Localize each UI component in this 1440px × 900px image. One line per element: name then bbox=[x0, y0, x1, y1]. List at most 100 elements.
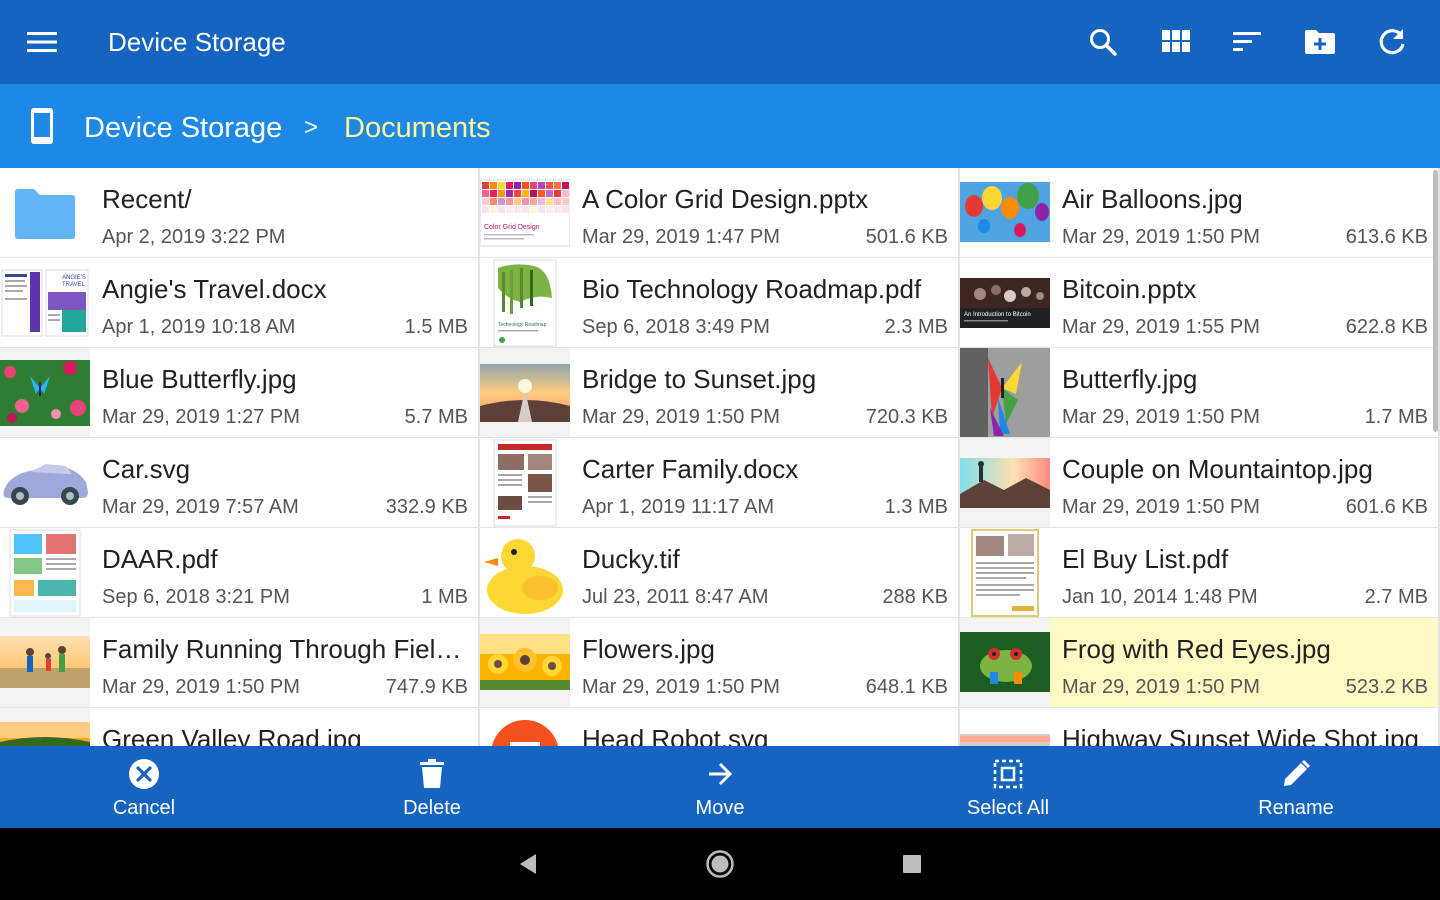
document-thumbnail: ANGIE'S TRAVEL bbox=[0, 258, 90, 347]
image-thumbnail bbox=[480, 708, 570, 746]
image-thumbnail bbox=[960, 708, 1050, 746]
file-date: Mar 29, 2019 1:50 PM bbox=[1062, 226, 1260, 248]
action-label: Delete bbox=[403, 797, 461, 819]
document-thumbnail: Technology Roadmap bbox=[480, 258, 570, 347]
image-thumbnail bbox=[960, 618, 1050, 707]
file-date: Mar 29, 2019 7:57 AM bbox=[102, 496, 299, 518]
file-date: Mar 29, 2019 1:50 PM bbox=[582, 676, 780, 698]
file-item[interactable]: Recent/ Apr 2, 2019 3:22 PM bbox=[0, 168, 478, 257]
file-size: 5.7 MB bbox=[404, 406, 468, 428]
action-label: Select All bbox=[966, 797, 1050, 819]
file-date: Mar 29, 2019 1:50 PM bbox=[1062, 676, 1260, 698]
file-date: Mar 29, 2019 1:50 PM bbox=[1062, 406, 1260, 428]
delete-button[interactable]: Delete bbox=[332, 746, 532, 828]
file-date: Sep 6, 2018 3:49 PM bbox=[582, 316, 770, 338]
cancel-icon bbox=[129, 759, 159, 789]
sort-button[interactable] bbox=[1227, 22, 1267, 62]
file-item[interactable]: DAAR.pdf Sep 6, 2018 3:21 PM 1 MB bbox=[0, 528, 478, 617]
new-folder-button[interactable] bbox=[1300, 22, 1340, 62]
menu-button[interactable] bbox=[20, 22, 64, 62]
svg-text:Technology Roadmap: Technology Roadmap bbox=[498, 322, 547, 328]
breadcrumb-root[interactable]: Device Storage bbox=[84, 110, 282, 146]
file-item[interactable]: Family Running Through Fiel… Mar 29, 201… bbox=[0, 618, 478, 707]
image-thumbnail bbox=[0, 708, 90, 746]
file-item[interactable]: An Introduction to Bitcoin Bitcoin.pptx … bbox=[960, 258, 1438, 347]
file-item[interactable]: Carter Family.docx Apr 1, 2019 11:17 AM … bbox=[480, 438, 958, 527]
file-item[interactable]: Car.svg Mar 29, 2019 7:57 AM 332.9 KB bbox=[0, 438, 478, 527]
file-name: Ducky.tif bbox=[582, 544, 680, 574]
file-item[interactable]: Air Balloons.jpg Mar 29, 2019 1:50 PM 61… bbox=[960, 168, 1438, 257]
arrow-right-icon bbox=[709, 762, 733, 786]
phone-icon bbox=[31, 108, 53, 144]
action-bar: Cancel Delete Move Select All Rename bbox=[0, 746, 1440, 828]
file-name: Green Valley Road.jpg bbox=[102, 724, 362, 746]
recents-button[interactable] bbox=[896, 848, 928, 880]
file-size: 601.6 KB bbox=[1345, 496, 1428, 518]
file-date: Mar 29, 2019 1:27 PM bbox=[102, 406, 300, 428]
file-date: Mar 29, 2019 1:55 PM bbox=[1062, 316, 1260, 338]
presentation-thumbnail: An Introduction to Bitcoin bbox=[960, 258, 1050, 347]
svg-text:TRAVEL: TRAVEL bbox=[62, 282, 86, 288]
file-item[interactable]: Couple on Mountaintop.jpg Mar 29, 2019 1… bbox=[960, 438, 1438, 527]
svg-text:ANGIE'S: ANGIE'S bbox=[62, 275, 86, 281]
file-size: 288 KB bbox=[882, 586, 948, 608]
file-size: 1.7 MB bbox=[1364, 406, 1428, 428]
trash-icon bbox=[420, 759, 444, 788]
file-size: 501.6 KB bbox=[865, 226, 948, 248]
folder-icon bbox=[0, 168, 90, 257]
rename-button[interactable]: Rename bbox=[1196, 746, 1396, 828]
image-thumbnail bbox=[960, 438, 1050, 527]
file-name: Frog with Red Eyes.jpg bbox=[1062, 634, 1331, 664]
file-item[interactable]: ANGIE'S TRAVEL Angie's Travel.docx Apr 1… bbox=[0, 258, 478, 347]
file-item[interactable]: Green Valley Road.jpg bbox=[0, 708, 478, 746]
file-item[interactable]: Blue Butterfly.jpg Mar 29, 2019 1:27 PM … bbox=[0, 348, 478, 437]
file-date: Sep 6, 2018 3:21 PM bbox=[102, 586, 290, 608]
file-size: 648.1 KB bbox=[865, 676, 948, 698]
file-item[interactable]: Ducky.tif Jul 23, 2011 8:47 AM 288 KB bbox=[480, 528, 958, 617]
file-size: 2.3 MB bbox=[884, 316, 948, 338]
select-all-icon bbox=[993, 759, 1023, 789]
file-item[interactable]: Highway Sunset Wide Shot.jpg bbox=[960, 708, 1438, 746]
search-button[interactable] bbox=[1083, 22, 1123, 62]
file-name: Highway Sunset Wide Shot.jpg bbox=[1062, 724, 1419, 746]
select-all-button[interactable]: Select All bbox=[908, 746, 1108, 828]
search-icon bbox=[1090, 29, 1117, 56]
home-button[interactable] bbox=[704, 848, 736, 880]
svg-text:An Introduction to Bitcoin: An Introduction to Bitcoin bbox=[964, 312, 1031, 318]
file-name: Blue Butterfly.jpg bbox=[102, 364, 297, 394]
file-grid: Recent/ Apr 2, 2019 3:22 PM Color Grid D… bbox=[0, 168, 1440, 746]
refresh-button[interactable] bbox=[1372, 22, 1412, 62]
file-date: Apr 1, 2019 11:17 AM bbox=[582, 496, 774, 518]
back-button[interactable] bbox=[512, 848, 544, 880]
document-thumbnail bbox=[0, 528, 90, 617]
file-item[interactable]: Bridge to Sunset.jpg Mar 29, 2019 1:50 P… bbox=[480, 348, 958, 437]
file-name: Carter Family.docx bbox=[582, 454, 799, 484]
cancel-button[interactable]: Cancel bbox=[44, 746, 244, 828]
grid-view-button[interactable] bbox=[1156, 22, 1196, 62]
file-date: Mar 29, 2019 1:47 PM bbox=[582, 226, 780, 248]
file-item[interactable]: Head Robot.svg bbox=[480, 708, 958, 746]
breadcrumb-current[interactable]: Documents bbox=[344, 110, 491, 146]
file-size: 613.6 KB bbox=[1345, 226, 1428, 248]
image-thumbnail bbox=[480, 618, 570, 707]
file-date: Jan 10, 2014 1:48 PM bbox=[1062, 586, 1258, 608]
file-item[interactable]: Frog with Red Eyes.jpg Mar 29, 2019 1:50… bbox=[960, 618, 1438, 707]
file-manager-app: Device Storage Device Storage > Document… bbox=[0, 0, 1440, 900]
file-date: Mar 29, 2019 1:50 PM bbox=[1062, 496, 1260, 518]
file-item[interactable]: Butterfly.jpg Mar 29, 2019 1:50 PM 1.7 M… bbox=[960, 348, 1438, 437]
file-size: 1 MB bbox=[421, 586, 468, 608]
file-date: Apr 1, 2019 10:18 AM bbox=[102, 316, 296, 338]
file-item[interactable]: Color Grid Design A Color Grid Design.pp… bbox=[480, 168, 958, 257]
document-thumbnail bbox=[480, 438, 570, 527]
menu-icon bbox=[27, 32, 57, 52]
move-button[interactable]: Move bbox=[620, 746, 820, 828]
file-item[interactable]: El Buy List.pdf Jan 10, 2014 1:48 PM 2.7… bbox=[960, 528, 1438, 617]
file-size: 332.9 KB bbox=[385, 496, 468, 518]
breadcrumb-separator: > bbox=[304, 114, 319, 141]
file-item[interactable]: Technology Roadmap Bio Technology Roadma… bbox=[480, 258, 958, 347]
new-folder-icon bbox=[1305, 30, 1335, 54]
file-size: 1.5 MB bbox=[404, 316, 468, 338]
scrollbar[interactable] bbox=[1433, 170, 1438, 432]
file-name: Head Robot.svg bbox=[582, 724, 769, 746]
file-item[interactable]: Flowers.jpg Mar 29, 2019 1:50 PM 648.1 K… bbox=[480, 618, 958, 707]
